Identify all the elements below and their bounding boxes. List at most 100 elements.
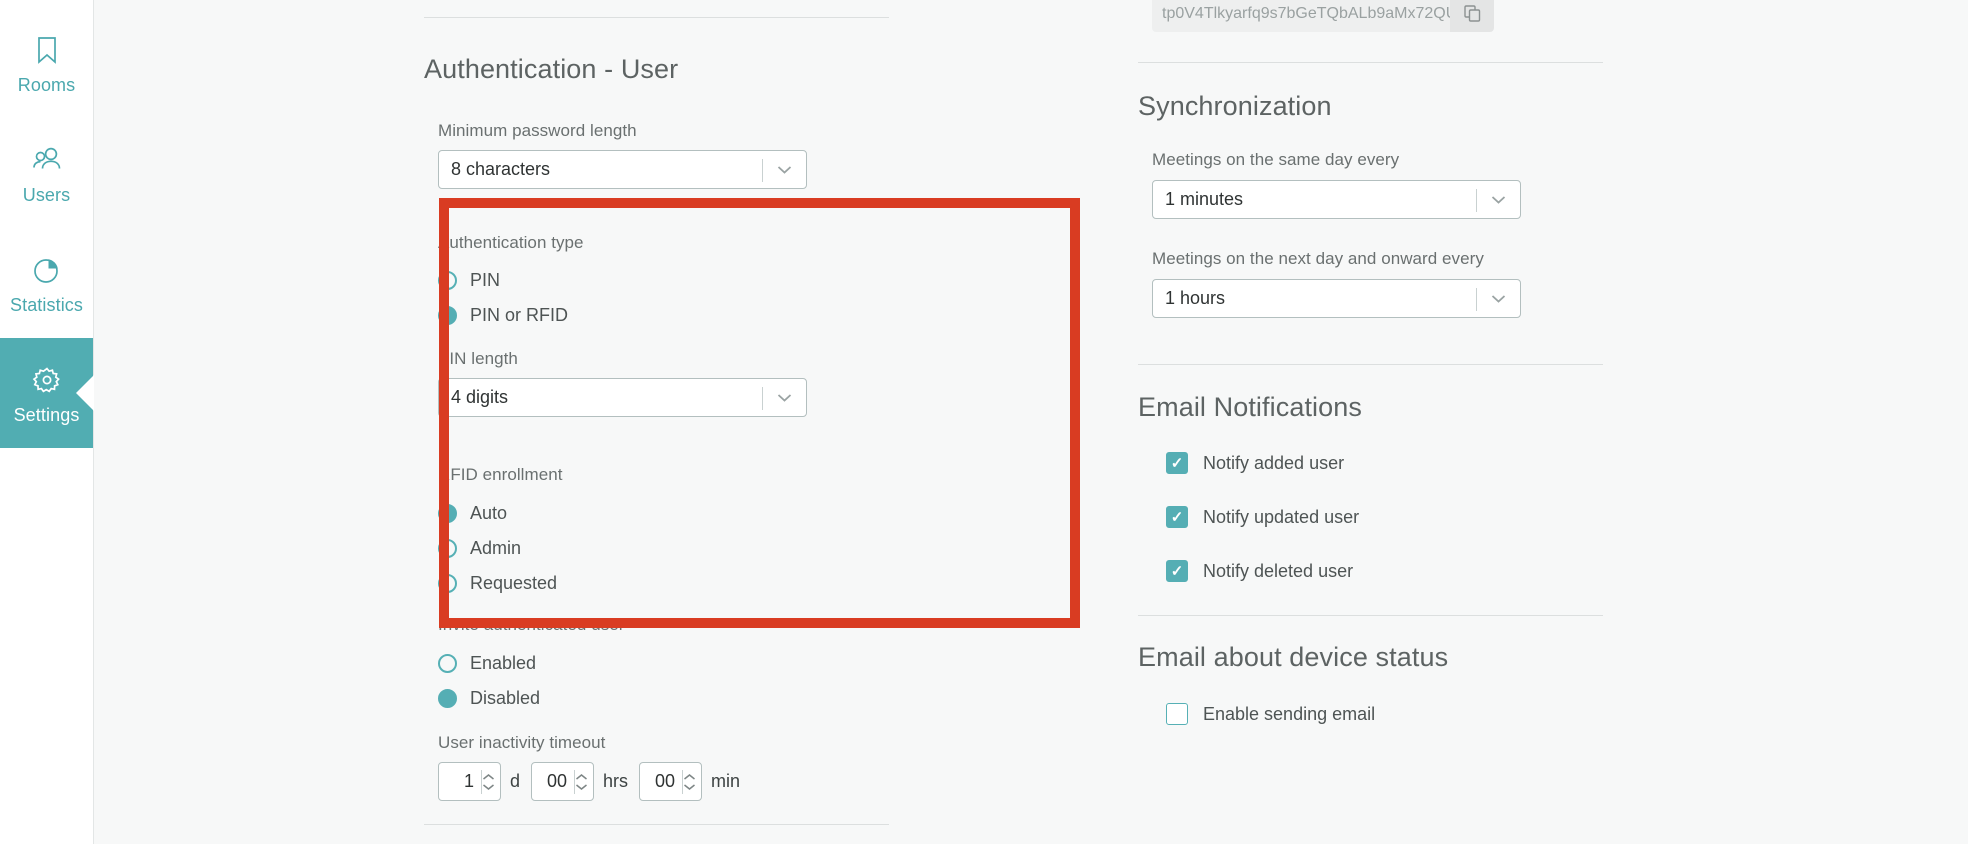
authentication-type-label: Authentication type <box>438 233 584 252</box>
stepper-arrows[interactable] <box>482 773 495 790</box>
sidebar-item-users[interactable]: Users <box>0 118 93 228</box>
checkmark-icon: ✓ <box>1170 508 1184 526</box>
users-icon <box>30 143 64 177</box>
stepper-arrows[interactable] <box>683 773 696 790</box>
sync-top-divider <box>1138 62 1603 63</box>
sidebar-nav: Rooms Users Statistics Settings <box>0 0 94 844</box>
user-inactivity-timeout-group: User inactivity timeout 1 d 00 hrs 00 mi… <box>424 733 889 801</box>
checkbox-notify-added-user-label: Notify added user <box>1203 452 1345 473</box>
sidebar-top-spacer <box>0 0 93 8</box>
radio-rfid-requested-label: Requested <box>470 573 558 593</box>
inactivity-days-stepper[interactable]: 1 <box>438 762 501 801</box>
settings-content: Authentication - User Minimum password l… <box>94 0 1968 844</box>
radio-circle <box>438 271 457 290</box>
radio-invite-disabled-label: Disabled <box>470 688 541 708</box>
email-device-status-list: ✓ Enable sending email <box>1138 703 1603 725</box>
sidebar-item-statistics-label: Statistics <box>9 294 84 315</box>
checkmark-icon: ✓ <box>1170 562 1184 580</box>
chevron-down-icon <box>684 783 695 790</box>
inactivity-minutes-value: 00 <box>655 771 676 791</box>
radio-circle <box>438 574 457 593</box>
chevron-down-icon <box>1491 294 1506 303</box>
user-inactivity-timeout-label: User inactivity timeout <box>438 733 606 752</box>
min-password-length-select[interactable]: 8 characters <box>438 150 807 189</box>
radio-auth-type-pin-or-rfid-label: PIN or RFID <box>470 305 569 325</box>
checkbox-notify-updated-user[interactable]: ✓ Notify updated user <box>1166 506 1603 528</box>
radio-auth-type-pin[interactable]: PIN <box>438 270 889 291</box>
sidebar-item-rooms[interactable]: Rooms <box>0 8 93 118</box>
stepper-arrows[interactable] <box>575 773 588 790</box>
meetings-next-day-select[interactable]: 1 hours <box>1152 279 1521 318</box>
inactivity-stepper-row: 1 d 00 hrs 00 min <box>438 762 889 801</box>
radio-invite-enabled-label: Enabled <box>470 653 537 673</box>
copy-icon[interactable] <box>1450 0 1494 32</box>
radio-rfid-auto-label: Auto <box>470 503 508 523</box>
checkbox-square: ✓ <box>1166 703 1188 725</box>
authentication-user-column: Authentication - User Minimum password l… <box>424 0 889 825</box>
inactivity-days-value: 1 <box>463 771 474 791</box>
checkbox-square: ✓ <box>1166 452 1188 474</box>
synchronization-title: Synchronization <box>1138 91 1332 121</box>
synchronization-column: tp0V4Tlkyarfq9s7bGeTQbALb9aMx72QU Synchr… <box>1138 0 1603 725</box>
api-token-field: tp0V4Tlkyarfq9s7bGeTQbALb9aMx72QU <box>1138 0 1603 32</box>
meetings-same-day-select[interactable]: 1 minutes <box>1152 180 1521 219</box>
pin-length-label: PIN length <box>438 349 518 368</box>
checkbox-notify-added-user[interactable]: ✓ Notify added user <box>1166 452 1603 474</box>
select-separator <box>762 387 763 410</box>
meetings-next-day-value: 1 hours <box>1165 288 1226 308</box>
meetings-next-day-label: Meetings on the next day and onward ever… <box>1152 249 1484 268</box>
meetings-same-day-value: 1 minutes <box>1165 189 1244 209</box>
chevron-down-icon <box>483 783 494 790</box>
token-value[interactable]: tp0V4Tlkyarfq9s7bGeTQbALb9aMx72QU <box>1152 0 1450 32</box>
sidebar-item-settings[interactable]: Settings <box>0 338 93 448</box>
email-notifications-list: ✓ Notify added user ✓ Notify updated use… <box>1138 452 1603 582</box>
min-password-length-field: Minimum password length 8 characters <box>424 121 889 189</box>
email-device-status-divider <box>1138 615 1603 616</box>
chevron-down-icon <box>1491 195 1506 204</box>
select-separator <box>1476 189 1477 212</box>
invite-authenticated-user-label: Invite authenticated user <box>438 615 625 634</box>
sidebar-item-settings-label: Settings <box>13 404 80 425</box>
email-notifications-title: Email Notifications <box>1138 392 1362 422</box>
checkbox-enable-sending-email[interactable]: ✓ Enable sending email <box>1166 703 1603 725</box>
radio-invite-enabled[interactable]: Enabled <box>438 653 889 674</box>
inactivity-hours-unit: hrs <box>603 771 629 791</box>
token-input-group[interactable]: tp0V4Tlkyarfq9s7bGeTQbALb9aMx72QU <box>1152 0 1494 32</box>
sidebar-item-users-label: Users <box>22 184 71 205</box>
email-device-status-title: Email about device status <box>1138 642 1449 672</box>
checkbox-notify-deleted-user-label: Notify deleted user <box>1203 560 1354 581</box>
radio-circle <box>438 504 457 523</box>
chevron-up-icon <box>576 773 587 780</box>
checkbox-notify-deleted-user[interactable]: ✓ Notify deleted user <box>1166 560 1603 582</box>
pin-length-select[interactable]: 4 digits <box>438 378 807 417</box>
radio-circle <box>438 306 457 325</box>
authentication-type-group: Authentication type PIN PIN or RFID <box>424 233 889 326</box>
radio-rfid-admin-label: Admin <box>470 538 522 558</box>
radio-auth-type-pin-label: PIN <box>470 270 501 290</box>
pin-length-value: 4 digits <box>451 387 509 407</box>
meetings-next-day-field: Meetings on the next day and onward ever… <box>1138 249 1603 318</box>
email-notifications-divider <box>1138 364 1603 365</box>
checkbox-square: ✓ <box>1166 560 1188 582</box>
left-top-divider <box>424 17 889 18</box>
radio-invite-disabled[interactable]: Disabled <box>438 688 889 709</box>
invite-authenticated-user-group: Invite authenticated user Enabled Disabl… <box>424 615 889 709</box>
min-password-length-label: Minimum password length <box>438 121 637 140</box>
radio-rfid-requested[interactable]: Requested <box>438 573 889 594</box>
meetings-same-day-label: Meetings on the same day every <box>1152 150 1400 169</box>
radio-circle <box>438 689 457 708</box>
meetings-same-day-field: Meetings on the same day every 1 minutes <box>1138 150 1603 219</box>
inactivity-minutes-unit: min <box>711 771 741 791</box>
chevron-up-icon <box>483 773 494 780</box>
radio-rfid-admin[interactable]: Admin <box>438 538 889 559</box>
app-window: Rooms Users Statistics Settings Authenti… <box>0 0 1968 844</box>
inactivity-hours-stepper[interactable]: 00 <box>531 762 595 801</box>
radio-rfid-auto[interactable]: Auto <box>438 503 889 524</box>
gear-icon <box>30 363 64 397</box>
pie-chart-icon <box>30 253 64 287</box>
sidebar-item-rooms-label: Rooms <box>17 74 76 95</box>
sidebar-item-statistics[interactable]: Statistics <box>0 228 93 338</box>
radio-auth-type-pin-or-rfid[interactable]: PIN or RFID <box>438 305 889 326</box>
inactivity-hours-value: 00 <box>546 771 568 791</box>
inactivity-minutes-stepper[interactable]: 00 <box>639 762 703 801</box>
